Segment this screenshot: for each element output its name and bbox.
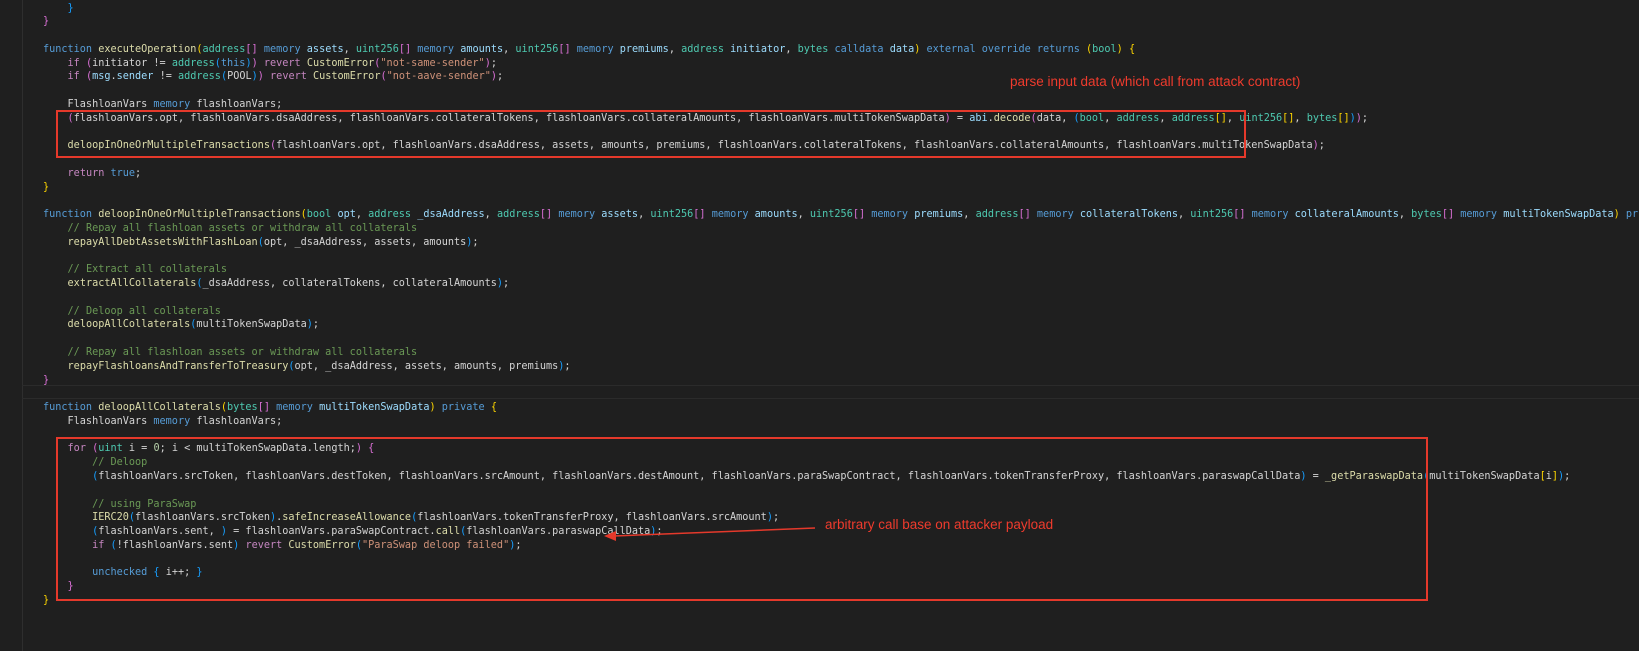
arrow-shaft bbox=[613, 527, 816, 537]
arrow-head bbox=[604, 531, 616, 541]
annotation-arrow bbox=[604, 527, 816, 541]
